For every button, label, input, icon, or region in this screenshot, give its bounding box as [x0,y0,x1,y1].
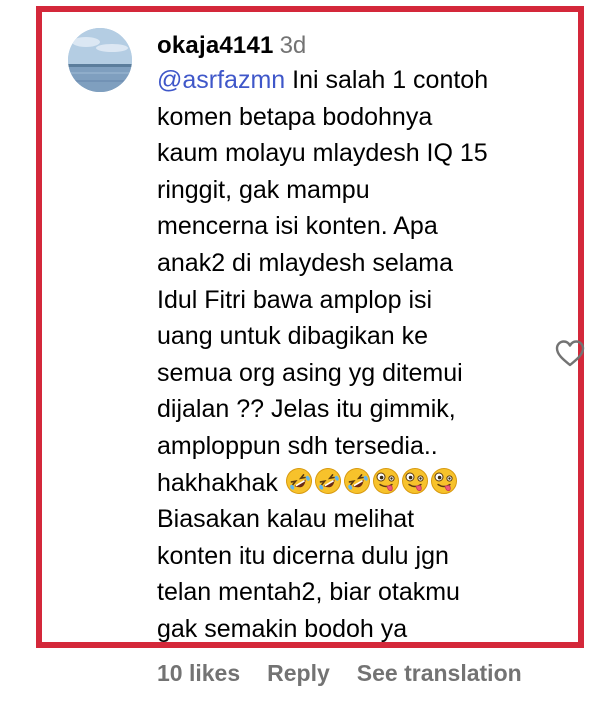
text-line: konten itu dicerna dulu jgn [157,541,449,570]
comment-header: okaja4141 3d [157,30,537,62]
timestamp[interactable]: 3d [280,32,307,59]
text-line: kaum molayu mlaydesh IQ 15 [157,139,488,168]
text-line: ringgit, gak mampu [157,175,370,204]
text-line: dijalan ?? Jelas itu gimmik, [157,395,456,424]
rolling-laughing-emoji-icon [285,467,312,494]
avatar-image [68,28,132,92]
comment-text: @asrfazmn Ini salah 1 contoh komen betap… [157,62,537,648]
text-line: mencerna isi konten. Apa [157,212,438,241]
rolling-laughing-emoji-icon [343,467,370,494]
reply-button[interactable]: Reply [267,660,330,686]
emoji-row [285,467,459,497]
avatar[interactable] [68,28,132,92]
text-line: gak semakin bodoh ya [157,614,408,643]
text-line: komen betapa bodohnya [157,102,433,131]
comment-screenshot: okaja4141 3d @asrfazmn Ini salah 1 contoh… [0,0,593,721]
zany-face-emoji-icon [430,467,457,494]
text-line: uang untuk dibagikan ke [157,322,429,351]
heart-outline-icon[interactable] [554,338,586,368]
likes-count[interactable]: 10 likes [157,660,240,686]
text-line: Biasakan kalau melihat [157,505,415,534]
mention-link[interactable]: @asrfazmn [157,66,285,94]
text-line: anak2 di mlaydesh selama [157,248,453,277]
comment-actions: 10 likes Reply See translation [157,656,522,690]
zany-face-emoji-icon [401,467,428,494]
text-line: amploppun sdh tersedia.. [157,431,438,460]
username[interactable]: okaja4141 [157,32,274,59]
text-line: hakhakhak [157,468,285,497]
text-line: semua org asing yg ditemui [157,358,463,387]
rolling-laughing-emoji-icon [314,467,341,494]
text-line: Idul Fitri bawa amplop isi [157,285,433,314]
zany-face-emoji-icon [372,467,399,494]
see-translation-button[interactable]: See translation [357,660,522,686]
text-line: telan mentah2, biar otakmu [157,578,460,607]
text-line: Ini salah 1 contoh [285,66,489,94]
comment-body: okaja4141 3d @asrfazmn Ini salah 1 contoh… [157,30,537,648]
